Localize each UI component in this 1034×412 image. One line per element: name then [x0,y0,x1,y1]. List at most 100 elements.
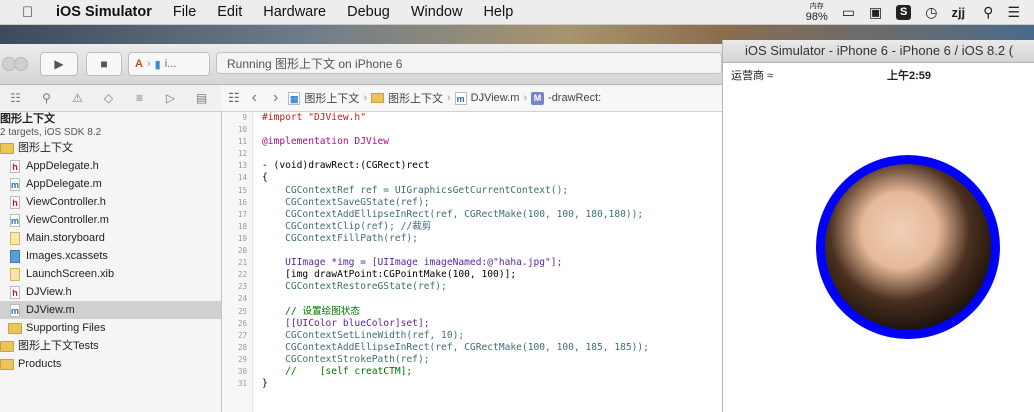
menu-window[interactable]: Window [411,4,463,20]
ios-simulator-window: iOS Simulator - iPhone 6 - iPhone 6 / iO… [722,40,1034,412]
menu-hardware[interactable]: Hardware [263,4,326,20]
stop-button[interactable]: ■ [86,52,122,76]
group-products[interactable]: Products [0,355,221,373]
forward-arrow-icon[interactable]: › [273,89,278,107]
menu-file[interactable]: File [173,4,196,20]
line-number: 30 [237,366,247,376]
project-root[interactable]: 图形上下文 [0,112,221,126]
carrier-label: 运营商 ≈ [731,70,774,82]
ios-status-bar: 运营商 ≈ 上午2:59 [723,64,1034,82]
wifi-icon: ≈ [767,70,774,82]
file-item[interactable]: Main.storyboard [0,229,221,247]
simulator-title-bar[interactable]: iOS Simulator - iPhone 6 - iPhone 6 / iO… [723,40,1034,63]
breadcrumb-method[interactable]: -drawRect: [548,92,601,104]
file-item[interactable]: h AppDelegate.h [0,157,221,175]
circular-avatar-image [816,155,1000,339]
monitor-icon[interactable]: ▣ [869,4,882,21]
line-number: 16 [237,197,247,207]
code-line: CGContextAddEllipseInRect(ref, CGRectMak… [262,208,644,220]
app-target-icon: A [135,58,143,70]
issue-navigator-icon[interactable]: ⚠ [62,91,93,105]
folder-icon [0,142,14,154]
play-icon: ▶ [54,57,64,71]
menu-edit[interactable]: Edit [217,4,242,20]
window-zoom-button[interactable] [14,57,28,71]
file-item[interactable]: m AppDelegate.m [0,175,221,193]
source-code[interactable]: #import "DJView.h" @implementation DJVie… [262,112,722,390]
debug-navigator-icon[interactable]: ≡ [124,91,155,105]
breadcrumb-group[interactable]: 图形上下文 [388,90,443,106]
breadcrumb-project[interactable]: 图形上下文 [304,90,359,106]
implementation-file-icon: m [10,177,20,191]
line-number: 26 [237,318,247,328]
code-line: CGContextFillPath(ref); [262,232,418,244]
app-menu[interactable]: iOS Simulator [56,4,152,20]
code-line: // [self creatCTM]; [262,365,413,377]
file-item[interactable]: h ViewController.h [0,193,221,211]
symbol-navigator-icon[interactable]: ⚲ [31,91,62,105]
file-item[interactable]: h DJView.h [0,283,221,301]
project-navigator-icon[interactable]: ☷ [0,91,31,105]
code-editor[interactable]: 9 10 11 12 13 14 15 16 17 18 19 20 21 22… [222,112,722,412]
file-item-selected[interactable]: m DJView.m [0,301,221,319]
scheme-selector[interactable]: A › ▮ i... [128,52,210,76]
related-items-icon[interactable]: ☷ [228,90,240,106]
file-item[interactable]: LaunchScreen.xib [0,265,221,283]
breadcrumb-file[interactable]: DJView.m [471,92,520,104]
report-navigator-icon[interactable]: ▤ [186,91,217,105]
clock-icon[interactable]: ◷ [925,4,937,21]
code-line: CGContextRestoreGState(ref); [262,281,447,293]
file-item[interactable]: m ViewController.m [0,211,221,229]
xib-file-icon [10,267,20,281]
notification-list-icon[interactable]: ☰ [1007,4,1020,21]
file-item[interactable]: Images.xcassets [0,247,221,265]
xcode-toolbar: ▶ ■ A › ▮ i... Running 图形上下文 on iPhone 6 [0,44,722,85]
code-line: CGContextSetLineWidth(ref, 10); [262,329,465,341]
memory-value: 98% [805,10,828,23]
code-line: { [262,172,268,184]
chevron-right-icon: › [446,92,451,104]
user-menu[interactable]: zjj [951,5,965,20]
menu-bar:  iOS Simulator File Edit Hardware Debug… [0,0,1034,25]
folder-icon [0,358,14,370]
header-file-icon: h [10,285,20,299]
scheme-target-label: i... [164,58,177,70]
test-navigator-icon[interactable]: ◇ [93,91,124,105]
code-line: // 设置绘图状态 [262,305,360,317]
memory-label: 内存 [809,2,824,10]
run-button[interactable]: ▶ [40,52,78,76]
code-line: CGContextStrokePath(ref); [262,353,430,365]
apple-menu-icon[interactable]:  [22,4,42,21]
menu-help[interactable]: Help [483,4,513,20]
asset-catalog-icon [10,249,20,263]
line-number: 14 [237,173,247,183]
spotlight-search-icon[interactable]: ⚲ [983,4,993,21]
breadcrumb: ▦ 图形上下文 › 图形上下文 › m DJView.m › M -drawRe… [288,90,601,106]
code-line: [img drawAtPoint:CGPointMake(100, 100)]; [262,269,517,281]
line-number: 13 [237,161,247,171]
line-number: 25 [237,306,247,316]
simulator-title: iOS Simulator - iPhone 6 - iPhone 6 / iO… [744,43,1014,58]
memory-status[interactable]: 内存 98% [806,2,828,23]
jump-bar: ☷ ‹ › ▦ 图形上下文 › 图形上下文 › m DJView.m › M -… [222,85,722,112]
code-line: @implementation DJView [262,136,390,148]
line-number: 23 [237,282,247,292]
display-mirroring-icon[interactable]: ▭ [842,4,855,21]
back-arrow-icon[interactable]: ‹ [252,89,257,107]
line-number: 22 [237,270,247,280]
group-supporting-files[interactable]: Supporting Files [0,319,221,337]
device-icon: ▮ [154,58,161,71]
breakpoint-navigator-icon[interactable]: ▷ [155,91,186,105]
stop-icon: ■ [100,57,108,71]
s-app-icon[interactable]: S [896,4,912,20]
menu-debug[interactable]: Debug [347,4,390,20]
line-number: 18 [237,221,247,231]
line-number: 10 [237,125,247,135]
group-tests[interactable]: 图形上下文Tests [0,337,221,355]
project-subtitle: 2 targets, iOS SDK 8.2 [0,127,102,138]
code-line: #import "DJView.h" [262,112,366,123]
group-main[interactable]: 图形上下文 [0,139,221,157]
status-time: 上午2:59 [887,70,932,82]
